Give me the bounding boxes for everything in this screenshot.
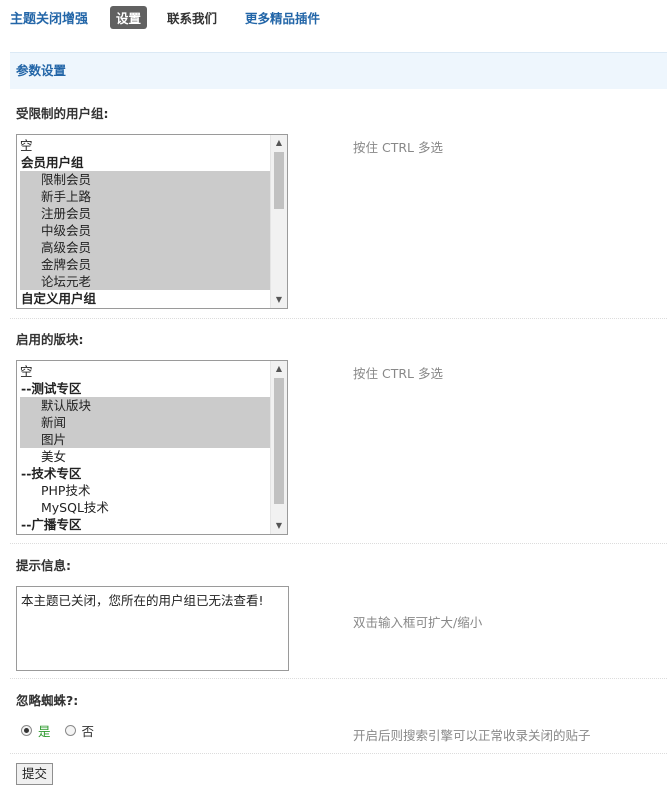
plugin-title[interactable]: 主题关闭增强 <box>10 8 88 27</box>
select-option[interactable]: 空 <box>20 137 271 154</box>
select-option[interactable]: 限制会员 <box>20 171 271 188</box>
scroll-down-arrow-icon[interactable]: ▼ <box>271 292 287 308</box>
divider <box>10 678 667 679</box>
submit-button[interactable]: 提交 <box>16 763 54 785</box>
radio-no-label[interactable]: 否 <box>82 721 95 740</box>
select-option[interactable]: 空 <box>20 363 271 380</box>
select-option[interactable]: 金牌会员 <box>20 256 271 273</box>
tip-message-hint: 双击输入框可扩大/缩小 <box>353 615 483 630</box>
restricted-groups-hint: 按住 CTRL 多选 <box>353 140 443 155</box>
select-option[interactable]: --技术专区 <box>20 465 271 482</box>
tab-contact[interactable]: 联系我们 <box>161 6 223 29</box>
select-option[interactable]: 会员用户组 <box>20 154 271 171</box>
radio-yes-label[interactable]: 是 <box>38 721 51 740</box>
top-nav: 主题关闭增强 设置 联系我们 更多精品插件 <box>10 5 334 29</box>
enabled-forums-scrollbar[interactable]: ▲ ▼ <box>270 361 287 534</box>
scroll-up-arrow-icon[interactable]: ▲ <box>271 361 287 377</box>
select-option[interactable]: --测试专区 <box>20 380 271 397</box>
radio-yes[interactable] <box>21 725 32 736</box>
tip-message-textarea[interactable]: 本主题已关闭，您所在的用户组已无法查看! <box>16 586 289 671</box>
select-option[interactable]: 新手上路 <box>20 188 271 205</box>
divider <box>10 318 667 319</box>
tip-message-label: 提示信息: <box>16 558 71 573</box>
divider <box>10 543 667 544</box>
radio-no[interactable] <box>64 725 76 736</box>
select-option[interactable]: 中级会员 <box>20 222 271 239</box>
restricted-groups-select[interactable]: 空会员用户组 限制会员 新手上路 注册会员 中级会员 高级会员 金牌会员 论坛元老 自定义用户组… <box>16 134 288 309</box>
select-option[interactable]: MySQL技术 <box>20 499 271 516</box>
select-option[interactable]: 图片 <box>20 431 271 448</box>
scroll-thumb[interactable] <box>274 378 284 504</box>
select-option[interactable]: 自定义用户组 <box>20 290 271 307</box>
restricted-groups-scrollbar[interactable]: ▲ ▼ <box>270 135 287 308</box>
select-option[interactable]: 注册会员 <box>20 205 271 222</box>
enabled-forums-hint: 按住 CTRL 多选 <box>353 366 443 381</box>
select-option[interactable]: 论坛元老 <box>20 273 271 290</box>
enabled-forums-options: 空 --测试专区 默认版块 新闻 图片 美女 --技术专区 PHP技术 MySQL技术 --广播专… <box>20 363 271 533</box>
select-option[interactable]: 默认版块 <box>20 397 271 414</box>
section-header: 参数设置 <box>10 52 667 89</box>
more-plugins-link[interactable]: 更多精品插件 <box>245 6 320 29</box>
scroll-thumb[interactable] <box>274 152 284 209</box>
tab-settings[interactable]: 设置 <box>110 5 148 29</box>
select-option[interactable]: 新闻 <box>20 414 271 431</box>
select-option[interactable]: --广播专区 <box>20 516 271 533</box>
ignore-spider-hint: 开启后则搜索引擎可以正常收录关闭的贴子 <box>353 728 591 743</box>
select-option[interactable]: PHP技术 <box>20 482 271 499</box>
restricted-groups-label: 受限制的用户组: <box>16 106 109 121</box>
scroll-up-arrow-icon[interactable]: ▲ <box>271 135 287 151</box>
enabled-forums-label: 启用的版块: <box>16 332 84 347</box>
restricted-groups-options: 空会员用户组 限制会员 新手上路 注册会员 中级会员 高级会员 金牌会员 论坛元老 自定义用户组 <box>20 137 271 307</box>
select-option[interactable]: 高级会员 <box>20 239 271 256</box>
select-option[interactable]: 美女 <box>20 448 271 465</box>
ignore-spider-radio-group: 是 否 <box>21 721 94 740</box>
divider <box>10 753 667 754</box>
scroll-down-arrow-icon[interactable]: ▼ <box>271 518 287 534</box>
ignore-spider-label: 忽略蜘蛛?: <box>16 693 79 708</box>
enabled-forums-select[interactable]: 空 --测试专区 默认版块 新闻 图片 美女 --技术专区 PHP技术 MySQL技术 --广播专… <box>16 360 288 535</box>
